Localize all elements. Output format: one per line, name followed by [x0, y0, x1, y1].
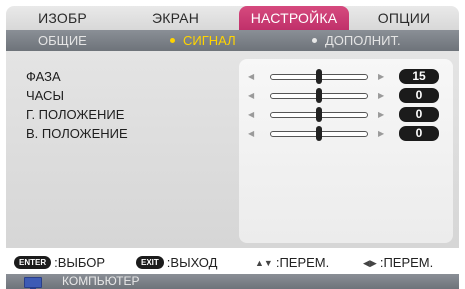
slider-knob[interactable]: [316, 126, 322, 141]
slider-knob[interactable]: [316, 69, 322, 84]
right-arrow-icon[interactable]: ▶: [378, 91, 384, 101]
setting-row-h-position: ◀ ▶ 0: [239, 105, 453, 124]
v-position-value: 0: [399, 126, 439, 141]
setting-row-v-position: ◀ ▶ 0: [239, 124, 453, 143]
right-arrow-icon[interactable]: ▶: [378, 72, 384, 82]
setting-label-phase[interactable]: ФАЗА: [26, 67, 128, 86]
setting-row-clock: ◀ ▶ 0: [239, 86, 453, 105]
right-arrow-icon[interactable]: ▶: [378, 129, 384, 139]
subtab-signal[interactable]: СИГНАЛ: [170, 30, 236, 51]
subtab-general[interactable]: ОБЩИЕ: [38, 30, 87, 51]
right-arrow-icon[interactable]: ▶: [378, 110, 384, 120]
tab-image[interactable]: ИЗОБР: [6, 6, 119, 30]
subtab-advanced[interactable]: ДОПОЛНИТ.: [312, 30, 401, 51]
up-down-arrows-icon: ▲▼: [255, 257, 273, 268]
left-arrow-icon[interactable]: ◀: [248, 110, 254, 120]
left-right-arrows-icon: ◀▶: [363, 257, 377, 268]
left-arrow-icon[interactable]: ◀: [248, 72, 254, 82]
main-tabs: ИЗОБР ЭКРАН НАСТРОЙКА ОПЦИИ: [6, 6, 459, 30]
key-hints: ENTER:ВЫБОР EXIT:ВЫХОД ▲▼:ПЕРЕМ. ◀▶:ПЕРЕ…: [6, 253, 459, 273]
settings-area: ФАЗА ЧАСЫ Г. ПОЛОЖЕНИЕ В. ПОЛОЖЕНИЕ ◀ ▶ …: [6, 51, 459, 248]
exit-key-icon: EXIT: [136, 256, 164, 270]
h-position-value: 0: [399, 107, 439, 122]
setting-label-clock[interactable]: ЧАСЫ: [26, 86, 128, 105]
slider-knob[interactable]: [316, 88, 322, 103]
left-arrow-icon[interactable]: ◀: [248, 129, 254, 139]
setting-row-phase: ◀ ▶ 15: [239, 67, 453, 86]
settings-labels: ФАЗА ЧАСЫ Г. ПОЛОЖЕНИЕ В. ПОЛОЖЕНИЕ: [26, 67, 128, 143]
tab-options[interactable]: ОПЦИИ: [349, 6, 459, 30]
settings-value-panel: ◀ ▶ 15 ◀ ▶ 0 ◀ ▶ 0 ◀ ▶ 0: [239, 59, 453, 243]
tab-setup[interactable]: НАСТРОЙКА: [239, 6, 349, 30]
hint-exit: EXIT:ВЫХОД: [136, 253, 217, 273]
osd-menu: ИЗОБР ЭКРАН НАСТРОЙКА ОПЦИИ ОБЩИЕ СИГНАЛ…: [0, 0, 465, 289]
setting-label-v-position[interactable]: В. ПОЛОЖЕНИЕ: [26, 124, 128, 143]
hint-move-horizontal: ◀▶:ПЕРЕМ.: [363, 253, 433, 273]
input-source-bar: КОМПЬЮТЕР: [6, 274, 459, 289]
tab-screen[interactable]: ЭКРАН: [119, 6, 232, 30]
hint-move-vertical: ▲▼:ПЕРЕМ.: [255, 253, 329, 273]
slider-knob[interactable]: [316, 107, 322, 122]
left-arrow-icon[interactable]: ◀: [248, 91, 254, 101]
hint-select: ENTER:ВЫБОР: [14, 253, 105, 273]
monitor-icon: [24, 277, 42, 289]
phase-value: 15: [399, 69, 439, 84]
clock-value: 0: [399, 88, 439, 103]
bullet-icon: [312, 38, 317, 44]
enter-key-icon: ENTER: [14, 256, 52, 270]
sub-tabs: ОБЩИЕ СИГНАЛ ДОПОЛНИТ.: [6, 30, 459, 51]
setting-label-h-position[interactable]: Г. ПОЛОЖЕНИЕ: [26, 105, 128, 124]
bullet-icon: [170, 38, 175, 44]
input-source-label: КОМПЬЮТЕР: [62, 274, 140, 288]
